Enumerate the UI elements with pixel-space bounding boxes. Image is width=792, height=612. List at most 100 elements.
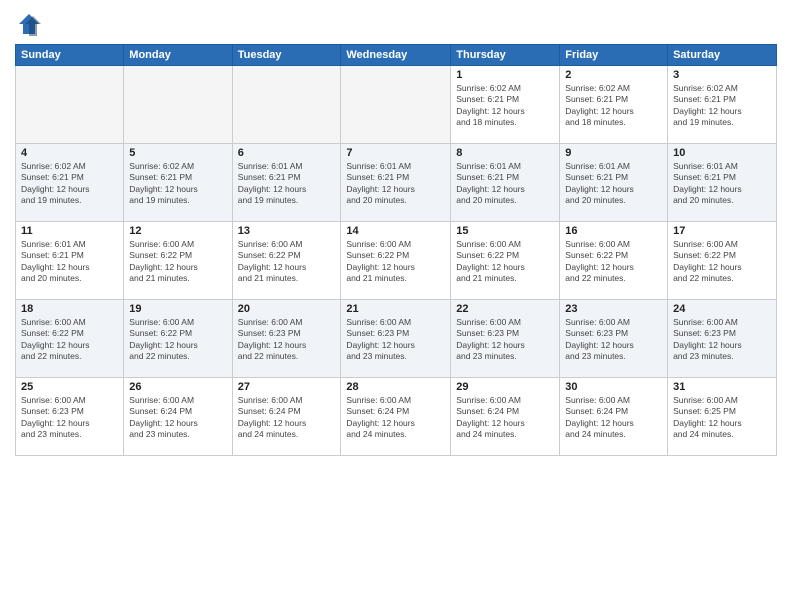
day-number: 23 <box>565 303 662 315</box>
header <box>15 10 777 38</box>
day-info: Sunrise: 6:02 AMSunset: 6:21 PMDaylight:… <box>21 161 118 207</box>
day-number: 19 <box>129 303 226 315</box>
header-row: SundayMondayTuesdayWednesdayThursdayFrid… <box>16 45 777 66</box>
day-cell: 23Sunrise: 6:00 AMSunset: 6:23 PMDayligh… <box>560 300 668 378</box>
day-info: Sunrise: 6:00 AMSunset: 6:22 PMDaylight:… <box>565 239 662 285</box>
day-cell: 26 Sunrise: 6:00 AMSunset: 6:24 PMDayligh… <box>124 378 232 456</box>
day-info: Sunrise: 6:00 AMSunset: 6:23 PMDaylight:… <box>673 317 771 363</box>
day-number: 11 <box>21 225 118 237</box>
day-number: 17 <box>673 225 771 237</box>
col-header-monday: Monday <box>124 45 232 66</box>
day-info: Sunrise: 6:01 AMSunset: 6:21 PMDaylight:… <box>565 161 662 207</box>
day-cell <box>232 66 341 144</box>
day-cell: 6 Sunrise: 6:01 AMSunset: 6:21 PMDaylight… <box>232 144 341 222</box>
day-info: Sunrise: 6:00 AMSunset: 6:24 PMDaylight:… <box>129 395 226 441</box>
col-header-friday: Friday <box>560 45 668 66</box>
day-cell: 10 Sunrise: 6:01 AMSunset: 6:21 PMDayligh… <box>668 144 777 222</box>
week-row-3: 11Sunrise: 6:01 AMSunset: 6:21 PMDayligh… <box>16 222 777 300</box>
day-cell: 31 Sunrise: 6:00 AMSunset: 6:25 PMDayligh… <box>668 378 777 456</box>
day-cell: 9 Sunrise: 6:01 AMSunset: 6:21 PMDaylight… <box>560 144 668 222</box>
day-number: 6 <box>238 147 336 159</box>
col-header-thursday: Thursday <box>451 45 560 66</box>
day-cell: 7Sunrise: 6:01 AMSunset: 6:21 PMDaylight… <box>341 144 451 222</box>
day-cell: 17 Sunrise: 6:00 AMSunset: 6:22 PMDayligh… <box>668 222 777 300</box>
calendar-table: SundayMondayTuesdayWednesdayThursdayFrid… <box>15 44 777 456</box>
day-cell: 22 Sunrise: 6:00 AMSunset: 6:23 PMDayligh… <box>451 300 560 378</box>
day-number: 13 <box>238 225 336 237</box>
day-number: 1 <box>456 69 554 81</box>
day-info: Sunrise: 6:01 AMSunset: 6:21 PMDaylight:… <box>673 161 771 207</box>
day-info: Sunrise: 6:00 AMSunset: 6:25 PMDaylight:… <box>673 395 771 441</box>
day-cell <box>124 66 232 144</box>
day-cell: 28 Sunrise: 6:00 AMSunset: 6:24 PMDayligh… <box>341 378 451 456</box>
calendar-page: SundayMondayTuesdayWednesdayThursdayFrid… <box>0 0 792 612</box>
day-number: 9 <box>565 147 662 159</box>
day-info: Sunrise: 6:02 AMSunset: 6:21 PMDaylight:… <box>565 83 662 129</box>
day-info: Sunrise: 6:02 AMSunset: 6:21 PMDaylight:… <box>673 83 771 129</box>
day-cell: 16 Sunrise: 6:00 AMSunset: 6:22 PMDayligh… <box>560 222 668 300</box>
day-number: 25 <box>21 381 118 393</box>
week-row-5: 25 Sunrise: 6:00 AMSunset: 6:23 PMDayligh… <box>16 378 777 456</box>
day-cell: 19 Sunrise: 6:00 AMSunset: 6:22 PMDayligh… <box>124 300 232 378</box>
day-cell: 29 Sunrise: 6:00 AMSunset: 6:24 PMDayligh… <box>451 378 560 456</box>
logo-icon <box>15 10 43 38</box>
day-info: Sunrise: 6:00 AMSunset: 6:22 PMDaylight:… <box>129 317 226 363</box>
col-header-sunday: Sunday <box>16 45 124 66</box>
col-header-saturday: Saturday <box>668 45 777 66</box>
day-cell: 4 Sunrise: 6:02 AMSunset: 6:21 PMDaylight… <box>16 144 124 222</box>
day-number: 3 <box>673 69 771 81</box>
day-info: Sunrise: 6:00 AMSunset: 6:22 PMDaylight:… <box>456 239 554 285</box>
day-cell: 18 Sunrise: 6:00 AMSunset: 6:22 PMDayligh… <box>16 300 124 378</box>
day-number: 22 <box>456 303 554 315</box>
day-info: Sunrise: 6:00 AMSunset: 6:22 PMDaylight:… <box>21 317 118 363</box>
day-number: 2 <box>565 69 662 81</box>
day-info: Sunrise: 6:00 AMSunset: 6:22 PMDaylight:… <box>673 239 771 285</box>
week-row-2: 4 Sunrise: 6:02 AMSunset: 6:21 PMDaylight… <box>16 144 777 222</box>
day-number: 24 <box>673 303 771 315</box>
day-info: Sunrise: 6:00 AMSunset: 6:22 PMDaylight:… <box>129 239 226 285</box>
day-number: 7 <box>346 147 445 159</box>
day-info: Sunrise: 6:00 AMSunset: 6:23 PMDaylight:… <box>238 317 336 363</box>
day-number: 31 <box>673 381 771 393</box>
day-cell <box>341 66 451 144</box>
day-number: 15 <box>456 225 554 237</box>
day-cell: 21 Sunrise: 6:00 AMSunset: 6:23 PMDayligh… <box>341 300 451 378</box>
day-cell: 25 Sunrise: 6:00 AMSunset: 6:23 PMDayligh… <box>16 378 124 456</box>
day-info: Sunrise: 6:00 AMSunset: 6:24 PMDaylight:… <box>456 395 554 441</box>
day-info: Sunrise: 6:00 AMSunset: 6:24 PMDaylight:… <box>565 395 662 441</box>
day-number: 21 <box>346 303 445 315</box>
day-number: 27 <box>238 381 336 393</box>
day-cell: 3 Sunrise: 6:02 AMSunset: 6:21 PMDaylight… <box>668 66 777 144</box>
day-info: Sunrise: 6:00 AMSunset: 6:24 PMDaylight:… <box>238 395 336 441</box>
day-number: 5 <box>129 147 226 159</box>
day-number: 29 <box>456 381 554 393</box>
week-row-4: 18 Sunrise: 6:00 AMSunset: 6:22 PMDayligh… <box>16 300 777 378</box>
col-header-tuesday: Tuesday <box>232 45 341 66</box>
day-number: 26 <box>129 381 226 393</box>
week-row-1: 1 Sunrise: 6:02 AMSunset: 6:21 PMDaylight… <box>16 66 777 144</box>
day-info: Sunrise: 6:00 AMSunset: 6:22 PMDaylight:… <box>238 239 336 285</box>
day-cell: 1 Sunrise: 6:02 AMSunset: 6:21 PMDaylight… <box>451 66 560 144</box>
day-cell: 11Sunrise: 6:01 AMSunset: 6:21 PMDayligh… <box>16 222 124 300</box>
day-info: Sunrise: 6:01 AMSunset: 6:21 PMDaylight:… <box>238 161 336 207</box>
day-number: 16 <box>565 225 662 237</box>
day-cell: 27 Sunrise: 6:00 AMSunset: 6:24 PMDayligh… <box>232 378 341 456</box>
day-cell: 30Sunrise: 6:00 AMSunset: 6:24 PMDayligh… <box>560 378 668 456</box>
day-cell: 14 Sunrise: 6:00 AMSunset: 6:22 PMDayligh… <box>341 222 451 300</box>
day-number: 14 <box>346 225 445 237</box>
day-number: 4 <box>21 147 118 159</box>
day-info: Sunrise: 6:02 AMSunset: 6:21 PMDaylight:… <box>129 161 226 207</box>
day-number: 18 <box>21 303 118 315</box>
day-cell: 24 Sunrise: 6:00 AMSunset: 6:23 PMDayligh… <box>668 300 777 378</box>
day-info: Sunrise: 6:00 AMSunset: 6:23 PMDaylight:… <box>346 317 445 363</box>
day-info: Sunrise: 6:02 AMSunset: 6:21 PMDaylight:… <box>456 83 554 129</box>
day-info: Sunrise: 6:00 AMSunset: 6:23 PMDaylight:… <box>456 317 554 363</box>
day-info: Sunrise: 6:00 AMSunset: 6:24 PMDaylight:… <box>346 395 445 441</box>
day-cell: 13 Sunrise: 6:00 AMSunset: 6:22 PMDayligh… <box>232 222 341 300</box>
day-number: 10 <box>673 147 771 159</box>
day-cell: 5 Sunrise: 6:02 AMSunset: 6:21 PMDaylight… <box>124 144 232 222</box>
day-number: 28 <box>346 381 445 393</box>
day-cell: 15 Sunrise: 6:00 AMSunset: 6:22 PMDayligh… <box>451 222 560 300</box>
day-info: Sunrise: 6:00 AMSunset: 6:23 PMDaylight:… <box>21 395 118 441</box>
day-info: Sunrise: 6:00 AMSunset: 6:22 PMDaylight:… <box>346 239 445 285</box>
